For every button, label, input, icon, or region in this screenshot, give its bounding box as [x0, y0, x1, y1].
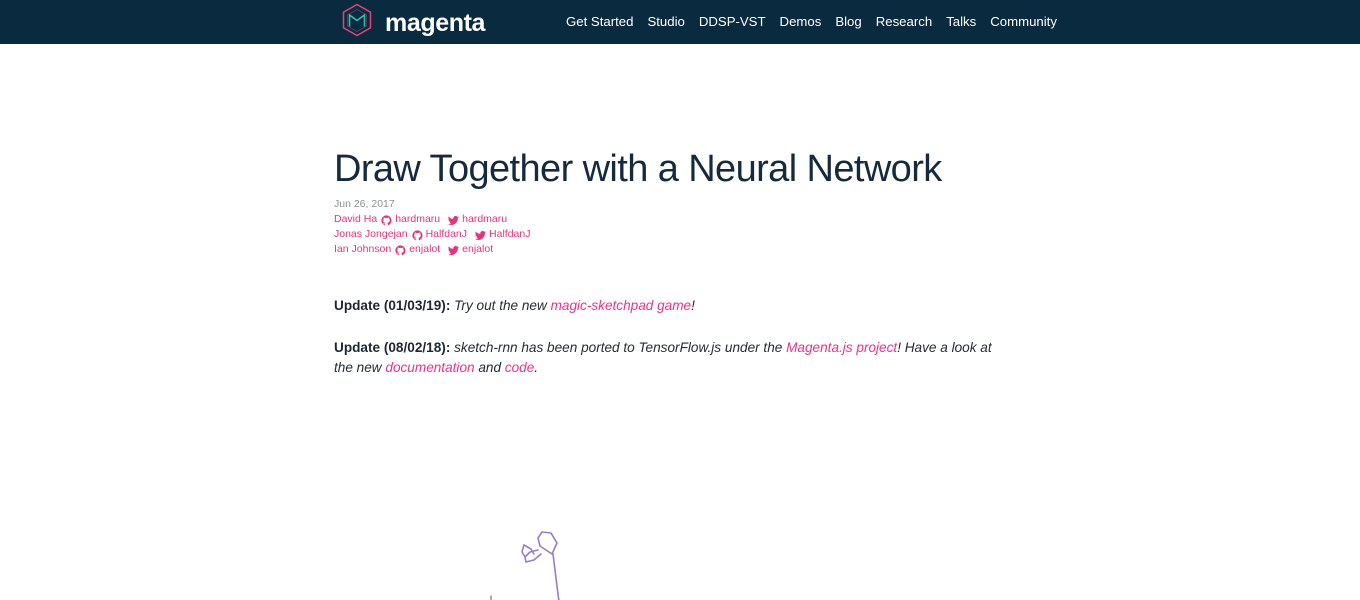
byline: Jun 26, 2017 David Ha hardmaru hardmaru [334, 197, 538, 257]
header-inner: magenta Get Started Studio DDSP-VST Demo… [0, 0, 1360, 44]
update-text: sketch-rnn has been ported to TensorFlow… [450, 339, 787, 355]
author-row: David Ha hardmaru hardmaru [334, 212, 538, 227]
twitter-icon [475, 230, 487, 241]
main-navigation: Get Started Studio DDSP-VST Demos Blog R… [566, 0, 1057, 44]
author-name: David Ha [334, 213, 378, 225]
github-icon [395, 245, 406, 256]
nav-studio[interactable]: Studio [640, 15, 691, 28]
magenta-js-project-link[interactable]: Magenta.js project [786, 340, 897, 355]
magenta-hexagon-logo-icon [336, 1, 378, 43]
author-twitter-handle[interactable]: HalfdanJ [489, 227, 530, 242]
author-twitter-handle[interactable]: enjalot [462, 242, 493, 257]
author-row: Ian Johnson enjalot enjalot [334, 242, 538, 257]
author-name: Jonas Jongejan [334, 228, 408, 240]
nav-community[interactable]: Community [983, 15, 1057, 28]
code-link[interactable]: code [505, 360, 534, 375]
update-text: ! [691, 297, 695, 313]
nav-demos[interactable]: Demos [773, 15, 829, 28]
author-github-handle[interactable]: hardmaru [395, 212, 440, 227]
update-label: Update (08/02/18): [334, 339, 451, 355]
twitter-icon [448, 215, 460, 226]
model-stroke-group [490, 595, 561, 600]
author-row: Jonas Jongejan HalfdanJ HalfdanJ [334, 227, 538, 242]
brand-name: magenta [385, 8, 486, 37]
site-header: magenta Get Started Studio DDSP-VST Demo… [0, 0, 1360, 44]
page-title: Draw Together with a Neural Network [334, 148, 942, 190]
documentation-link[interactable]: documentation [385, 360, 474, 375]
interactive-sketch-canvas[interactable] [0, 374, 1360, 600]
github-icon [381, 215, 392, 226]
update-notice-2: Update (08/02/18): sketch-rnn has been p… [334, 338, 1010, 378]
update-text: . [534, 359, 539, 375]
magic-sketchpad-game-link[interactable]: magic-sketchpad game [551, 298, 692, 313]
post-date: Jun 26, 2017 [334, 198, 395, 210]
update-text: Try out the new [450, 297, 551, 313]
update-notice-1: Update (01/03/19): Try out the new magic… [334, 296, 1010, 316]
author-github-handle[interactable]: enjalot [409, 242, 440, 257]
nav-get-started[interactable]: Get Started [566, 15, 640, 28]
author-twitter-handle[interactable]: hardmaru [462, 212, 507, 227]
update-text: and [474, 359, 505, 375]
nav-blog[interactable]: Blog [828, 15, 868, 28]
github-icon [411, 230, 423, 241]
twitter-icon [448, 245, 460, 256]
update-label: Update (01/03/19): [334, 297, 451, 313]
human-stroke-group [521, 531, 560, 600]
brand-home-link[interactable]: magenta [336, 0, 485, 44]
nav-talks[interactable]: Talks [939, 15, 983, 28]
nav-ddsp-vst[interactable]: DDSP-VST [692, 15, 773, 28]
nav-research[interactable]: Research [869, 15, 939, 28]
author-name: Ian Johnson [334, 243, 392, 255]
author-github-handle[interactable]: HalfdanJ [426, 227, 467, 242]
